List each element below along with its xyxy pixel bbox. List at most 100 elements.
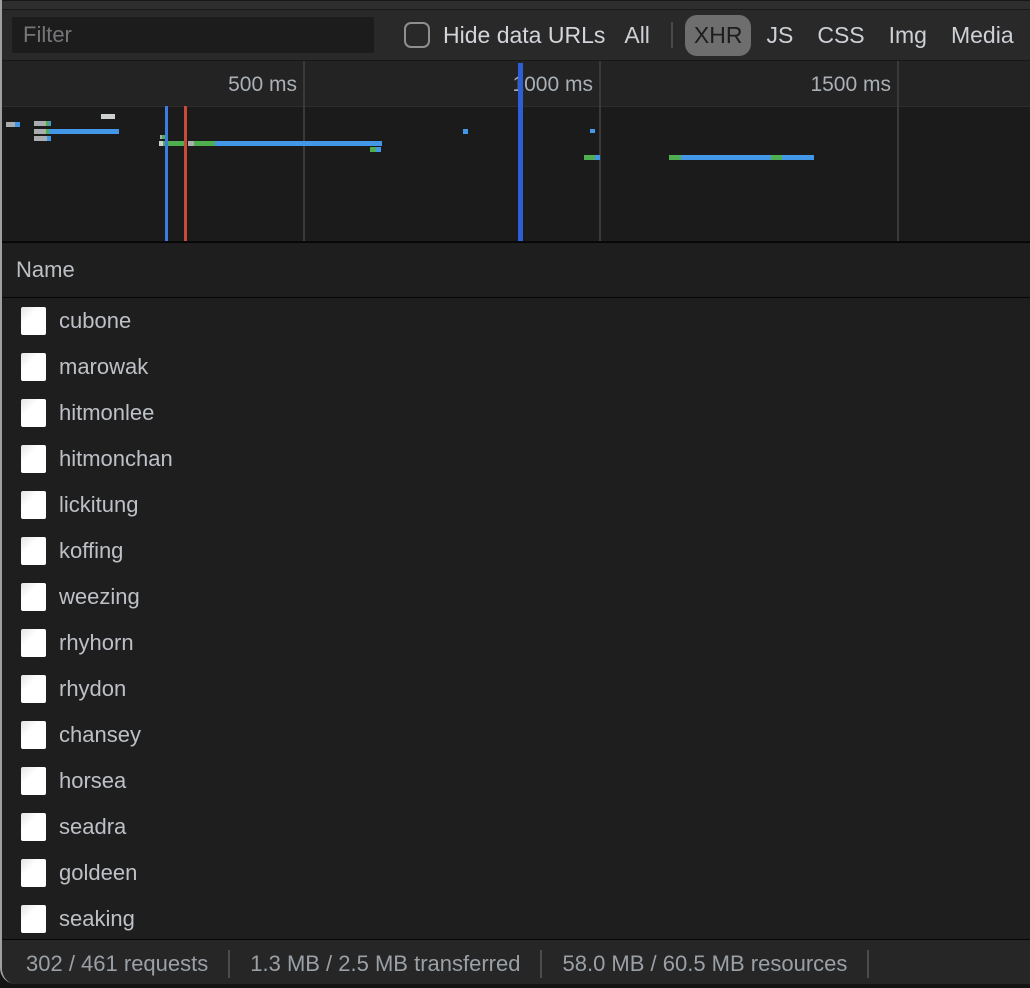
waterfall-segment [376,147,381,152]
table-row[interactable]: lickitung [2,482,1030,528]
status-separator [867,950,869,978]
waterfall-segment [463,129,468,134]
hide-data-urls-label[interactable]: Hide data URLs [443,22,605,49]
waterfall-segment [669,155,681,160]
table-row[interactable]: chansey [2,712,1030,758]
filter-input[interactable] [12,17,374,53]
load-line [184,106,187,241]
waterfall-segment [771,155,782,160]
table-row[interactable]: rhydon [2,666,1030,712]
waterfall-bar [34,121,51,126]
waterfall-bar [101,114,115,119]
table-row[interactable]: marowak [2,344,1030,390]
request-name: horsea [59,768,126,794]
waterfall-segment [15,122,20,127]
domcontentloaded-line [165,106,168,241]
status-bar: 302 / 461 requests 1.3 MB / 2.5 MB trans… [2,939,1030,984]
network-panel: Hide data URLs All XHRJSCSSImgMedia 500 m… [0,0,1030,984]
hide-data-urls-checkbox[interactable] [404,22,430,48]
filter-tab-all[interactable]: All [615,15,659,56]
request-name: lickitung [59,492,138,518]
waterfall-segment [681,155,771,160]
document-icon [21,491,46,519]
document-icon [21,813,46,841]
table-row[interactable]: hitmonlee [2,390,1030,436]
status-separator [228,950,230,978]
waterfall-segment [101,114,115,119]
request-name: seadra [59,814,126,840]
document-icon [21,307,46,335]
document-icon [21,905,46,933]
request-name: weezing [59,584,140,610]
table-row[interactable]: cubone [2,298,1030,344]
waterfall-bar [584,155,600,160]
status-separator [540,950,542,978]
request-name: goldeen [59,860,137,886]
waterfall-bar [159,141,382,146]
document-icon [21,537,46,565]
document-icon [21,353,46,381]
name-column-header[interactable]: Name [16,257,75,283]
waterfall-overview[interactable]: 500 ms 1000 ms 1500 ms [2,61,1030,242]
document-icon [21,629,46,657]
table-row[interactable]: horsea [2,758,1030,804]
table-row[interactable]: hitmonchan [2,436,1030,482]
request-name: rhydon [59,676,126,702]
waterfall-segment [6,122,15,127]
request-name: marowak [59,354,148,380]
timeline-tick-label: 1500 ms [810,73,891,97]
table-header[interactable]: Name [2,242,1030,298]
timeline-gridline [599,61,601,241]
transferred-size: 1.3 MB / 2.5 MB transferred [250,951,520,977]
waterfall-segment [34,121,46,126]
filter-tab-css[interactable]: CSS [808,15,873,56]
filter-tab-img[interactable]: Img [880,15,936,56]
request-name: hitmonchan [59,446,173,472]
document-icon [21,399,46,427]
request-name: koffing [59,538,123,564]
request-list: cubone marowak hitmonlee hitmonchan lickitun… [2,298,1030,939]
request-name: seaking [59,906,135,932]
table-row[interactable]: weezing [2,574,1030,620]
requests-count: 302 / 461 requests [26,951,208,977]
waterfall-segment [49,121,51,126]
table-row[interactable]: goldeen [2,850,1030,896]
waterfall-segment [590,129,595,133]
document-icon [21,675,46,703]
document-icon [21,721,46,749]
timeline-gridline [897,61,899,241]
waterfall-bar [6,122,20,127]
document-icon [21,583,46,611]
filter-tab-xhr[interactable]: XHR [685,15,752,56]
filter-tab-media[interactable]: Media [942,15,1023,56]
marker-line [518,63,523,241]
resources-size: 58.0 MB / 60.5 MB resources [562,951,847,977]
request-name: hitmonlee [59,400,154,426]
timeline-tick-label: 1000 ms [512,73,593,97]
document-icon [21,767,46,795]
filter-pills: All XHRJSCSSImgMedia [612,15,1025,56]
request-name: cubone [59,308,131,334]
panel-top-strip [2,0,1030,10]
network-toolbar: Hide data URLs All XHRJSCSSImgMedia [2,10,1030,61]
waterfall-segment [782,155,814,160]
filter-tab-js[interactable]: JS [757,15,802,56]
waterfall-segment [34,129,46,134]
waterfall-segment [584,155,595,160]
timeline-gridline [303,61,305,241]
waterfall-bar [590,129,595,133]
table-row[interactable]: koffing [2,528,1030,574]
waterfall-segment [34,136,47,141]
document-icon [21,445,46,473]
waterfall-bar [669,155,814,160]
table-row[interactable]: seaking [2,896,1030,939]
table-row[interactable]: seadra [2,804,1030,850]
toolbar-separator [671,22,673,48]
waterfall-segment [194,141,215,146]
table-row[interactable]: rhyhorn [2,620,1030,666]
request-name: rhyhorn [59,630,134,656]
timeline-tick-label: 500 ms [228,73,297,97]
waterfall-segment [49,129,119,134]
waterfall-bar [463,129,468,134]
waterfall-segment [595,155,600,160]
